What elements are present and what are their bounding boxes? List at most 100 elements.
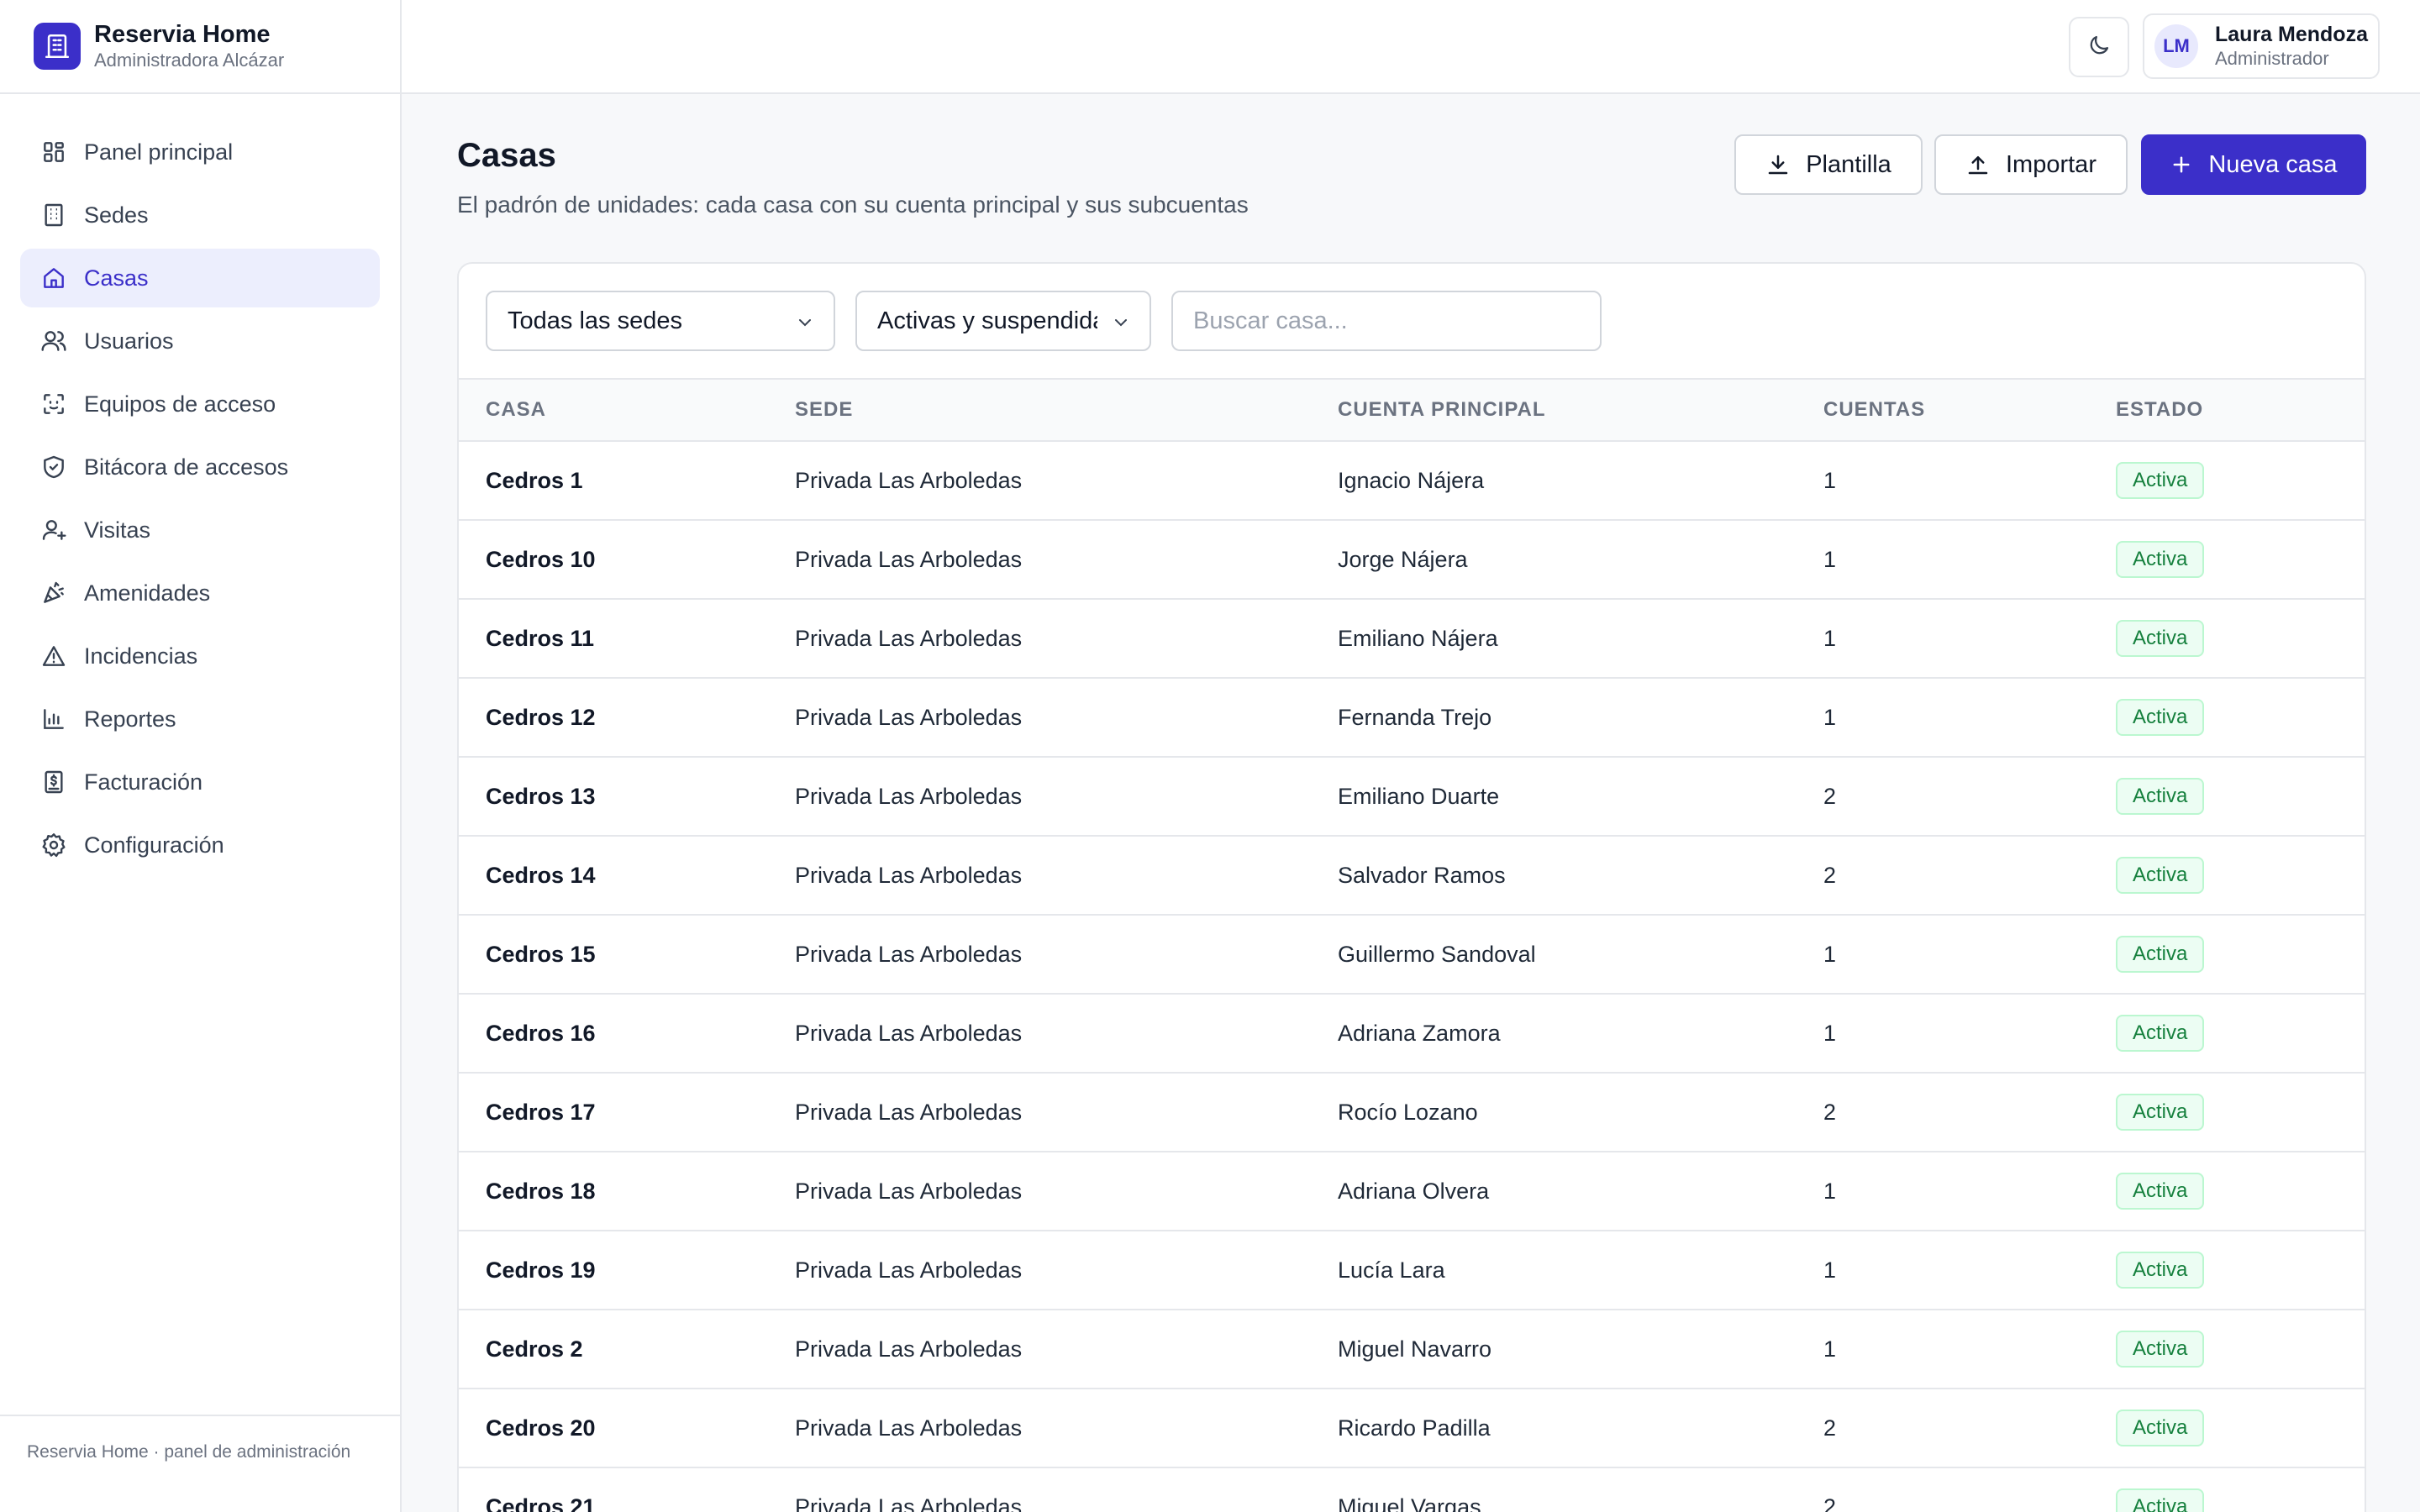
user-plus-icon bbox=[40, 517, 67, 543]
sidebar-nav: Panel principal Sedes Casas Usuarios Equ… bbox=[0, 94, 400, 874]
sidebar: Reservia Home Administradora Alcázar Pan… bbox=[0, 0, 402, 1512]
face-scan-icon bbox=[40, 391, 67, 417]
shield-check-icon bbox=[40, 454, 67, 480]
plus-icon bbox=[2173, 156, 2190, 173]
main-account-cell: Emiliano Duarte bbox=[1338, 783, 1500, 809]
search-input[interactable]: Buscar casa... bbox=[1171, 291, 1602, 351]
sidebar-item-bitacora-de-accesos[interactable]: Bitácora de accesos bbox=[20, 438, 380, 496]
accounts-count-cell: 1 bbox=[1823, 467, 1837, 493]
sidebar-item-usuarios[interactable]: Usuarios bbox=[20, 312, 380, 370]
accounts-count-cell: 2 bbox=[1823, 783, 1837, 809]
brand-subtitle: Administradora Alcázar bbox=[94, 50, 285, 71]
table-row[interactable]: Cedros 19 Privada Las Arboledas Lucía La… bbox=[459, 1231, 2365, 1310]
status-cell: Activa bbox=[2116, 1231, 2205, 1309]
sidebar-item-equipos-de-acceso[interactable]: Equipos de acceso bbox=[20, 375, 380, 433]
column-header-estado[interactable]: ESTADO bbox=[2116, 380, 2203, 440]
site-cell: Privada Las Arboledas bbox=[795, 862, 1023, 888]
sidebar-item-facturacion[interactable]: Facturación bbox=[20, 753, 380, 811]
house-name-cell: Cedros 13 bbox=[486, 783, 596, 809]
house-name-cell: Cedros 10 bbox=[486, 546, 596, 572]
column-header-sede[interactable]: SEDE bbox=[795, 380, 853, 440]
status-cell: Activa bbox=[2116, 442, 2205, 519]
chevron-down-icon bbox=[799, 319, 811, 327]
house-name-cell: Cedros 11 bbox=[486, 625, 595, 651]
sidebar-item-panel-principal[interactable]: Panel principal bbox=[20, 123, 380, 181]
column-header-casa[interactable]: CASA bbox=[486, 380, 546, 440]
new-house-button[interactable]: Nueva casa bbox=[2141, 134, 2366, 195]
accounts-count-cell: 1 bbox=[1823, 704, 1837, 730]
site-cell: Privada Las Arboledas bbox=[795, 941, 1023, 967]
brand[interactable]: Reservia Home Administradora Alcázar bbox=[0, 0, 400, 94]
table-row[interactable]: Cedros 17 Privada Las Arboledas Rocío Lo… bbox=[459, 1074, 2365, 1152]
site-cell: Privada Las Arboledas bbox=[795, 704, 1023, 730]
sidebar-item-visitas[interactable]: Visitas bbox=[20, 501, 380, 559]
main-account-cell: Miguel Vargas bbox=[1338, 1494, 1481, 1512]
site-cell: Privada Las Arboledas bbox=[795, 783, 1023, 809]
sidebar-item-reportes[interactable]: Reportes bbox=[20, 690, 380, 748]
warning-icon bbox=[40, 643, 67, 669]
main-account-cell: Jorge Nájera bbox=[1338, 546, 1468, 572]
table-row[interactable]: Cedros 10 Privada Las Arboledas Jorge Ná… bbox=[459, 521, 2365, 600]
table-row[interactable]: Cedros 11 Privada Las Arboledas Emiliano… bbox=[459, 600, 2365, 679]
status-cell: Activa bbox=[2116, 995, 2205, 1072]
site-filter-select[interactable]: Todas las sedes bbox=[486, 291, 835, 351]
column-header-cuentas[interactable]: CUENTAS bbox=[1823, 380, 1925, 440]
main-account-cell: Adriana Zamora bbox=[1338, 1020, 1501, 1046]
main-account-cell: Adriana Olvera bbox=[1338, 1178, 1490, 1204]
status-cell: Activa bbox=[2116, 758, 2205, 835]
sidebar-item-label: Configuración bbox=[84, 832, 224, 858]
status-badge: Activa bbox=[2116, 1252, 2205, 1289]
table-row[interactable]: Cedros 15 Privada Las Arboledas Guillerm… bbox=[459, 916, 2365, 995]
accounts-count-cell: 1 bbox=[1823, 1257, 1837, 1283]
houses-card: Todas las sedes Activas y suspendidas Bu… bbox=[457, 262, 2366, 1512]
table-row[interactable]: Cedros 12 Privada Las Arboledas Fernanda… bbox=[459, 679, 2365, 758]
main-account-cell: Guillermo Sandoval bbox=[1338, 941, 1536, 967]
status-badge: Activa bbox=[2116, 1015, 2205, 1052]
table-row[interactable]: Cedros 18 Privada Las Arboledas Adriana … bbox=[459, 1152, 2365, 1231]
table-row[interactable]: Cedros 2 Privada Las Arboledas Miguel Na… bbox=[459, 1310, 2365, 1389]
site-cell: Privada Las Arboledas bbox=[795, 467, 1023, 493]
main-account-cell: Ricardo Padilla bbox=[1338, 1415, 1491, 1441]
template-button[interactable]: Plantilla bbox=[1734, 134, 1923, 195]
moon-icon bbox=[2086, 33, 2112, 62]
column-header-cuenta-principal[interactable]: CUENTA PRINCIPAL bbox=[1338, 380, 1546, 440]
gear-icon bbox=[40, 832, 67, 858]
table-row[interactable]: Cedros 16 Privada Las Arboledas Adriana … bbox=[459, 995, 2365, 1074]
table-row[interactable]: Cedros 21 Privada Las Arboledas Miguel V… bbox=[459, 1468, 2365, 1512]
status-cell: Activa bbox=[2116, 916, 2205, 993]
status-filter-value: Activas y suspendidas bbox=[877, 307, 1097, 334]
table-row[interactable]: Cedros 14 Privada Las Arboledas Salvador… bbox=[459, 837, 2365, 916]
status-cell: Activa bbox=[2116, 1468, 2205, 1512]
status-badge: Activa bbox=[2116, 1094, 2205, 1131]
status-cell: Activa bbox=[2116, 679, 2205, 756]
sidebar-item-incidencias[interactable]: Incidencias bbox=[20, 627, 380, 685]
status-badge: Activa bbox=[2116, 699, 2205, 736]
house-name-cell: Cedros 18 bbox=[486, 1178, 596, 1204]
table-row[interactable]: Cedros 20 Privada Las Arboledas Ricardo … bbox=[459, 1389, 2365, 1468]
table-body: Cedros 1 Privada Las Arboledas Ignacio N… bbox=[459, 442, 2365, 1512]
user-menu[interactable]: LM Laura Mendoza Administrador bbox=[2143, 13, 2380, 79]
filters-bar: Todas las sedes Activas y suspendidas Bu… bbox=[459, 264, 2365, 380]
site-cell: Privada Las Arboledas bbox=[795, 1178, 1023, 1204]
sidebar-item-amenidades[interactable]: Amenidades bbox=[20, 564, 380, 622]
table-row[interactable]: Cedros 13 Privada Las Arboledas Emiliano… bbox=[459, 758, 2365, 837]
sidebar-item-casas[interactable]: Casas bbox=[20, 249, 380, 307]
import-button[interactable]: Importar bbox=[1934, 134, 2128, 195]
users-icon bbox=[40, 328, 67, 354]
status-filter-select[interactable]: Activas y suspendidas bbox=[855, 291, 1151, 351]
building-logo-icon bbox=[34, 23, 81, 70]
main-account-cell: Miguel Navarro bbox=[1338, 1336, 1492, 1362]
theme-toggle-button[interactable] bbox=[2069, 17, 2129, 77]
sidebar-item-sedes[interactable]: Sedes bbox=[20, 186, 380, 244]
status-badge: Activa bbox=[2116, 1173, 2205, 1210]
sidebar-item-label: Facturación bbox=[84, 769, 203, 795]
house-name-cell: Cedros 15 bbox=[486, 941, 596, 967]
new-house-button-label: Nueva casa bbox=[2208, 150, 2338, 178]
table-row[interactable]: Cedros 1 Privada Las Arboledas Ignacio N… bbox=[459, 442, 2365, 521]
house-name-cell: Cedros 20 bbox=[486, 1415, 596, 1441]
house-name-cell: Cedros 16 bbox=[486, 1020, 596, 1046]
sidebar-item-label: Sedes bbox=[84, 202, 149, 228]
accounts-count-cell: 1 bbox=[1823, 625, 1837, 651]
sidebar-item-configuracion[interactable]: Configuración bbox=[20, 816, 380, 874]
sidebar-item-label: Panel principal bbox=[84, 139, 234, 165]
